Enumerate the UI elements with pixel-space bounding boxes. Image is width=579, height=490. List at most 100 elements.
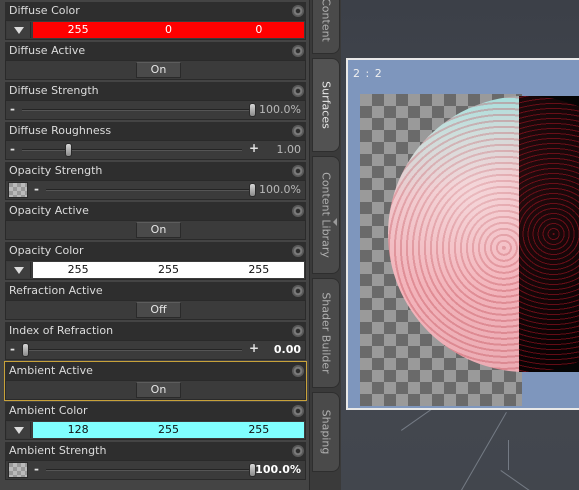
property-diffuse-active[interactable]: Diffuse Active On [5,42,306,80]
tab-surfaces-label: Surfaces [319,81,333,129]
color-channel-value[interactable]: 255 [214,422,304,438]
property-label: Index of Refraction [9,324,114,337]
color-channel-value[interactable]: 255 [214,262,304,278]
slider-track[interactable] [22,109,256,111]
property-opacity-active[interactable]: Opacity Active On [5,202,306,240]
color-channel-value[interactable]: 128 [33,422,123,438]
property-control: On [5,220,306,240]
property-ambient-color[interactable]: Ambient Color 128 255 255 [5,402,306,440]
color-channel-value[interactable]: 255 [123,262,213,278]
color-swatch[interactable]: 128 255 255 [33,422,304,438]
color-channel-value[interactable]: 255 [33,22,123,38]
property-header: Diffuse Roughness [5,122,306,140]
tab-shaping[interactable]: Shaping [312,392,340,472]
slider-value[interactable]: 100.0% [259,103,301,116]
property-diffuse-color[interactable]: Diffuse Color 255 0 0 [5,2,306,40]
property-control: 255 0 0 [5,20,306,40]
slider-track[interactable] [22,149,242,151]
color-channel-value[interactable]: 255 [33,262,123,278]
gear-icon[interactable] [292,5,304,17]
gear-icon[interactable] [292,85,304,97]
tab-surfaces[interactable]: Surfaces [312,58,340,152]
property-header: Index of Refraction [5,322,306,340]
slider-knob[interactable] [64,143,72,157]
property-header: Diffuse Strength [5,82,306,100]
texture-map-icon[interactable] [8,182,28,198]
property-header: Ambient Strength [5,442,306,460]
slider-knob[interactable] [249,103,256,117]
slider-value[interactable]: 1.00 [277,143,302,156]
gear-icon[interactable] [292,365,304,377]
decrement-button[interactable]: - [10,342,15,356]
slider-knob[interactable] [22,343,29,357]
color-swatch[interactable]: 255 255 255 [33,262,304,278]
gear-icon[interactable] [292,405,304,417]
slider-track[interactable] [46,469,256,471]
color-channel-value[interactable]: 255 [123,422,213,438]
increment-button[interactable]: + [249,141,259,155]
gear-icon[interactable] [292,325,304,337]
gear-icon[interactable] [292,205,304,217]
property-opacity-color[interactable]: Opacity Color 255 255 255 [5,242,306,280]
property-header: Ambient Active [5,362,306,380]
decrement-button[interactable]: - [10,142,15,156]
color-channel-value[interactable]: 0 [123,22,213,38]
gear-icon[interactable] [292,45,304,57]
property-refraction-active[interactable]: Refraction Active Off [5,282,306,320]
increment-button[interactable]: + [249,341,259,355]
property-label: Opacity Color [9,244,84,257]
pane-collapse-grip-icon[interactable] [333,218,337,226]
color-channel-value[interactable]: 0 [214,22,304,38]
slider-value[interactable]: 100.0% [259,183,301,196]
property-header: Opacity Color [5,242,306,260]
property-ambient-strength[interactable]: Ambient Strength - 100.0% [5,442,306,480]
gear-icon[interactable] [292,285,304,297]
gear-icon[interactable] [292,245,304,257]
property-header: Diffuse Active [5,42,306,60]
property-ambient-active[interactable]: Ambient Active On [4,361,307,401]
tab-content-label: Content [319,0,333,42]
gear-icon[interactable] [292,445,304,457]
property-control: On [5,380,306,400]
property-header: Opacity Active [5,202,306,220]
property-index-of-refraction[interactable]: Index of Refraction - +0.00 [5,322,306,360]
tab-shader-builder[interactable]: Shader Builder [312,278,340,388]
frame-label: 2 : 2 [353,67,383,80]
property-label: Opacity Active [9,204,89,217]
slider-track[interactable] [22,349,242,351]
toggle-button[interactable]: On [136,222,181,238]
property-control: On [5,60,306,80]
chevron-down-icon[interactable] [7,262,31,278]
render-frame: 2 : 2 [346,58,579,410]
property-label: Diffuse Roughness [9,124,112,137]
decrement-button[interactable]: - [34,182,39,196]
slider-track[interactable] [46,189,256,191]
tab-content-library[interactable]: Content Library [312,156,340,274]
gear-icon[interactable] [292,125,304,137]
gear-icon[interactable] [292,165,304,177]
property-control: - 100.0% [5,460,306,480]
color-swatch[interactable]: 255 0 0 [33,22,304,38]
property-label: Ambient Active [9,364,93,377]
slider-value[interactable]: 0.00 [274,343,301,356]
3d-viewport[interactable]: 2 : 2 [341,0,579,490]
slider-value[interactable]: 100.0% [255,463,301,476]
vertical-tab-strip: Content Surfaces Content Library Shader … [309,0,341,490]
toggle-button[interactable]: Off [136,302,181,318]
property-control: - 100.0% [5,100,306,120]
decrement-button[interactable]: - [34,462,39,476]
toggle-button[interactable]: On [136,62,181,78]
chevron-down-icon[interactable] [7,22,31,38]
decrement-button[interactable]: - [10,102,15,116]
chevron-down-icon[interactable] [7,422,31,438]
slider-knob[interactable] [249,183,256,197]
property-diffuse-roughness[interactable]: Diffuse Roughness - +1.00 [5,122,306,160]
texture-map-icon[interactable] [8,462,28,478]
toggle-button[interactable]: On [136,382,181,398]
property-label: Refraction Active [9,284,103,297]
property-diffuse-strength[interactable]: Diffuse Strength - 100.0% [5,82,306,120]
property-opacity-strength[interactable]: Opacity Strength - 100.0% [5,162,306,200]
property-control: 128 255 255 [5,420,306,440]
tab-content[interactable]: Content [312,0,340,54]
property-header: Ambient Color [5,402,306,420]
